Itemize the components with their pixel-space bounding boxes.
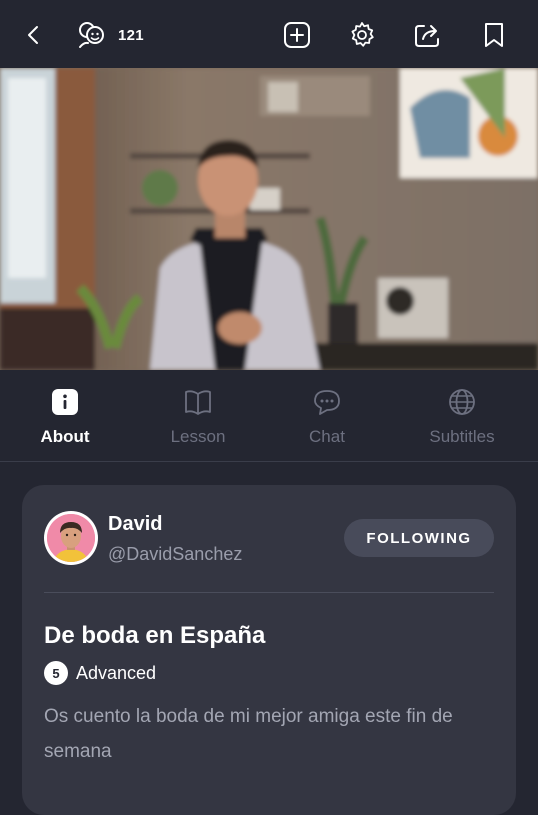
lesson-title: De boda en España <box>44 622 266 649</box>
tab-chat-label: Chat <box>309 427 345 446</box>
viewer-count: 121 <box>118 26 144 44</box>
info-icon <box>52 389 78 415</box>
author-handle: @DavidSanchez <box>108 544 243 564</box>
level-indicator: 5 Advanced <box>44 661 156 685</box>
tab-bar: About Lesson Chat Subtitles <box>0 370 538 462</box>
viewer-count-indicator[interactable]: 121 <box>76 18 144 52</box>
level-label: Advanced <box>76 662 157 683</box>
author-name[interactable]: David <box>108 513 162 536</box>
back-button[interactable] <box>17 18 51 52</box>
tab-lesson-label: Lesson <box>170 427 226 446</box>
bookmark-button[interactable] <box>477 18 511 52</box>
divider <box>44 592 494 593</box>
share-icon <box>415 25 439 47</box>
add-icon <box>284 22 310 48</box>
about-card: David @DavidSanchez FOLLOWING De boda en… <box>22 485 516 815</box>
chat-bubble-icon <box>314 390 340 415</box>
avatar[interactable] <box>44 511 98 565</box>
tab-subtitles-label: Subtitles <box>429 427 495 446</box>
tab-subtitles[interactable]: Subtitles <box>417 370 507 462</box>
add-button[interactable] <box>280 18 314 52</box>
level-number-badge: 5 <box>44 661 68 685</box>
viewers-icon <box>79 22 104 48</box>
settings-button[interactable] <box>345 18 379 52</box>
video-frame <box>0 68 538 370</box>
globe-icon <box>449 389 475 415</box>
share-button[interactable] <box>411 18 445 52</box>
book-icon <box>185 390 211 415</box>
following-button[interactable]: FOLLOWING <box>344 519 494 557</box>
bookmark-icon <box>485 23 503 47</box>
tab-about[interactable]: About <box>25 370 105 462</box>
video-player[interactable] <box>0 68 538 370</box>
tab-lesson[interactable]: Lesson <box>158 370 238 462</box>
lesson-description: Os cuento la boda de mi mejor amiga este… <box>44 706 453 762</box>
gear-icon <box>351 22 374 47</box>
back-arrow-icon <box>28 26 38 44</box>
tab-about-label: About <box>40 427 90 446</box>
top-bar: 121 <box>0 0 538 68</box>
avatar-image <box>47 514 95 562</box>
tab-chat[interactable]: Chat <box>287 370 367 462</box>
